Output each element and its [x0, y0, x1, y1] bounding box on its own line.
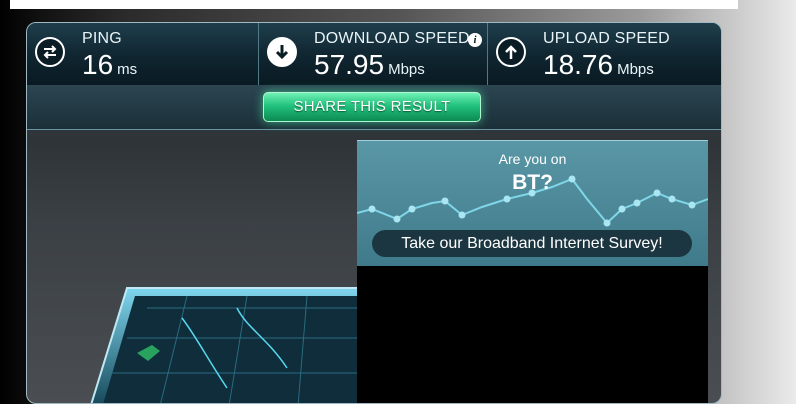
upload-stat: UPLOAD SPEED 18.76 Mbps	[487, 23, 721, 85]
info-icon[interactable]: i	[468, 33, 482, 47]
globe-graphic	[90, 287, 387, 403]
ad-video-area[interactable]	[357, 266, 708, 403]
ping-value: 16 ms	[82, 49, 138, 80]
survey-ad: Are you on BT? Take our Broadband Intern…	[357, 140, 708, 267]
ping-stat: PING 16 ms	[27, 23, 257, 85]
share-bar: SHARE THIS RESULT	[27, 85, 721, 130]
upload-value: 18.76 Mbps	[543, 49, 654, 80]
download-label: DOWNLOAD SPEED	[314, 30, 470, 47]
ping-label: PING	[82, 30, 122, 47]
survey-button[interactable]: Take our Broadband Internet Survey!	[372, 230, 692, 257]
top-white-bar	[10, 0, 738, 9]
share-result-button[interactable]: SHARE THIS RESULT	[263, 92, 481, 122]
speedtest-panel: PING 16 ms DOWNLOAD SPEED i 57.95 Mbps UPL…	[26, 22, 722, 404]
results-bar: PING 16 ms DOWNLOAD SPEED i 57.95 Mbps UPL…	[27, 23, 721, 86]
transfer-arrows-icon	[35, 37, 65, 67]
arrow-up-icon	[496, 37, 526, 67]
arrow-down-icon	[267, 37, 297, 67]
download-stat: DOWNLOAD SPEED i 57.95 Mbps	[258, 23, 487, 85]
survey-question-line1: Are you on	[498, 151, 567, 167]
download-value: 57.95 Mbps	[314, 49, 425, 80]
survey-question-line2: BT?	[512, 171, 553, 194]
upload-label: UPLOAD SPEED	[543, 30, 670, 47]
